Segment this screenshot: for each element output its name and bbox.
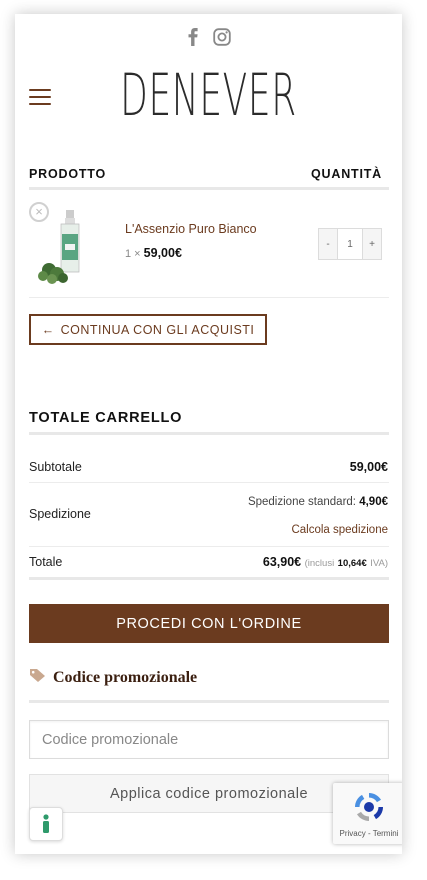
total-value-group: 63,90€ (inclusi 10,64€ IVA) — [263, 555, 388, 569]
product-price: 1 × 59,00€ — [125, 246, 182, 260]
tax-prefix: (inclusi — [304, 558, 335, 569]
calculate-shipping-link[interactable]: Calcola spedizione — [291, 524, 388, 536]
shipping-value: 4,90€ — [359, 496, 388, 508]
continue-shopping-label: CONTINUA CON GLI ACQUISTI — [60, 322, 255, 337]
qty-prefix: 1 × — [125, 248, 141, 260]
facebook-icon[interactable] — [187, 26, 199, 48]
divider — [29, 577, 389, 580]
shipping-method-name: Spedizione standard: — [247, 496, 357, 508]
shipping-label: Spedizione — [29, 507, 91, 521]
decrease-quantity-button[interactable]: - — [319, 229, 337, 259]
total-label: Totale — [29, 555, 63, 569]
subtotal-label: Subtotale — [29, 460, 82, 474]
tax-value: 10,64€ — [337, 558, 367, 569]
column-quantity: QUANTITÀ — [311, 167, 382, 181]
social-links — [15, 26, 402, 48]
subtotal-value: 59,00€ — [349, 460, 388, 474]
coupon-heading: Codice promozionale — [29, 668, 197, 688]
instagram-icon[interactable] — [212, 26, 231, 48]
coupon-code-input[interactable]: Codice promozionale — [29, 720, 389, 759]
quantity-input[interactable]: 1 — [337, 229, 363, 259]
divider — [29, 297, 389, 298]
coupon-title: Codice promozionale — [53, 669, 198, 686]
product-name-link[interactable]: L'Assenzio Puro Bianco — [125, 222, 257, 236]
cart-page: DENEVER PRODOTTO QUANTITÀ × L'Assenzio P… — [15, 14, 402, 854]
recaptcha-terms-link[interactable]: Privacy - Termini — [340, 829, 399, 838]
menu-icon[interactable] — [29, 89, 51, 107]
site-logo[interactable]: DENEVER — [89, 60, 329, 130]
shipping-method: Spedizione standard: 4,90€ — [248, 496, 388, 508]
divider — [29, 546, 389, 547]
divider — [29, 187, 389, 190]
checkout-button[interactable]: PROCEDI CON L'ORDINE — [29, 604, 389, 643]
tax-suffix: IVA) — [370, 558, 388, 569]
total-value: 63,90€ — [262, 555, 302, 569]
accessibility-icon — [43, 814, 49, 833]
recaptcha-badge[interactable]: Privacy - Termini — [333, 783, 402, 844]
divider — [29, 482, 389, 483]
divider — [29, 700, 389, 703]
price-value: 59,00€ — [143, 246, 182, 260]
continue-shopping-button[interactable]: ← CONTINUA CON GLI ACQUISTI — [29, 314, 267, 345]
divider — [29, 432, 389, 435]
quantity-stepper: - 1 + — [318, 228, 382, 260]
accessibility-button[interactable] — [29, 807, 63, 841]
cart-totals-title: TOTALE CARRELLO — [29, 410, 183, 426]
column-product: PRODOTTO — [29, 167, 107, 181]
tag-icon — [29, 668, 46, 688]
recaptcha-icon — [355, 793, 383, 821]
increase-quantity-button[interactable]: + — [363, 229, 381, 259]
product-thumbnail[interactable] — [35, 208, 95, 284]
arrow-left-icon: ← — [41, 322, 55, 337]
